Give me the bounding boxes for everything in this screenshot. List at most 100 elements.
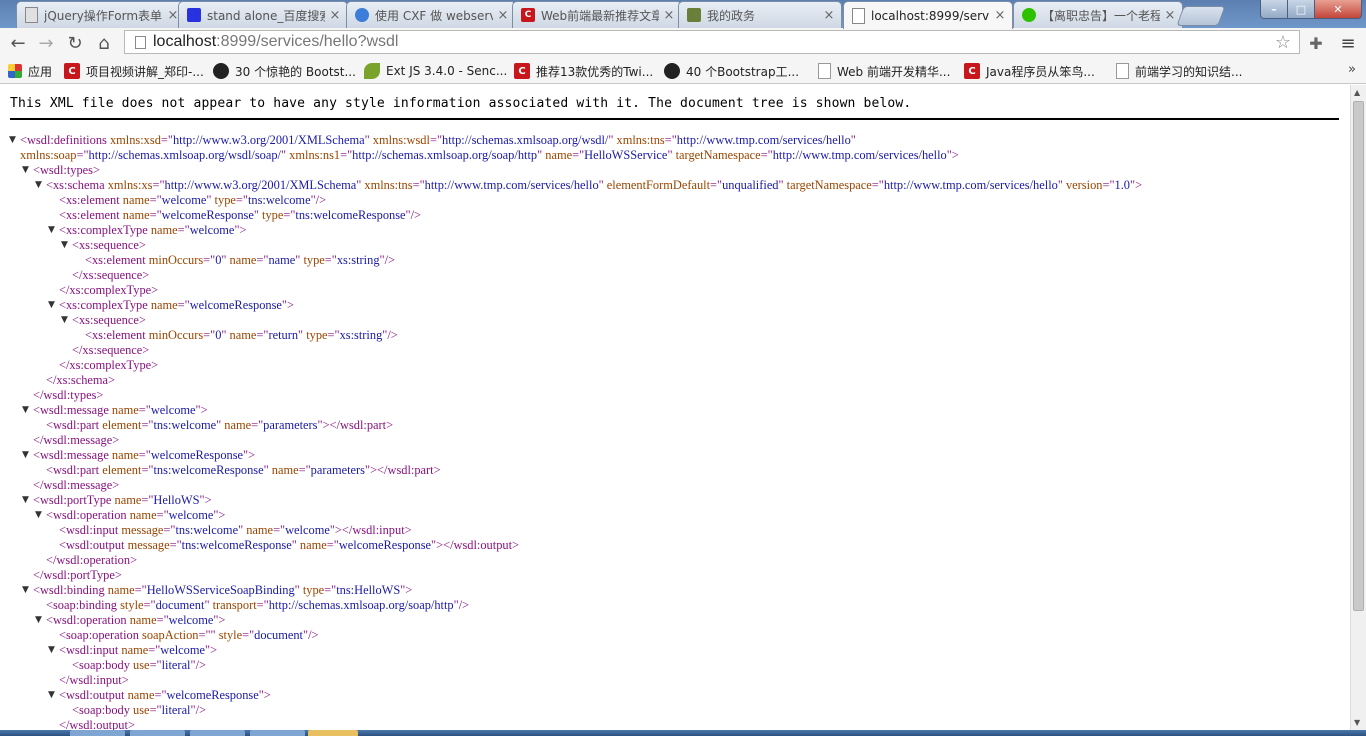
- taskbar-item[interactable]: [190, 730, 245, 736]
- xml-tag-text: <wsdl:output: [59, 538, 125, 552]
- tab-5[interactable]: localhost:8999/services ×: [843, 1, 1013, 29]
- reload-button[interactable]: ↻: [63, 31, 87, 55]
- bookmark-item[interactable]: C 项目视频讲解_郑印-...: [64, 62, 204, 80]
- bookmark-item[interactable]: 30 个惊艳的 Bootst...: [213, 62, 356, 80]
- xml-line: <xs:element name="welcomeResponse" type=…: [59, 208, 421, 223]
- xml-tag-text: ">: [1130, 178, 1143, 192]
- xml-line: </wsdl:portType>: [33, 568, 122, 583]
- tab-4[interactable]: 我的政务 ×: [678, 1, 842, 28]
- xml-attr-value: http://www.w3.org/2001/XMLSchema: [164, 178, 357, 192]
- xml-tag-text: "/>: [190, 658, 207, 672]
- url-text[interactable]: localhost:8999/services/hello?wsdl: [153, 33, 398, 51]
- xml-attr-value: welcomeResponse: [338, 538, 432, 552]
- forward-button[interactable]: →: [34, 31, 58, 55]
- tab-title: 【离职忠告】一个老程: [1042, 8, 1160, 23]
- xml-attr-value: welcome: [168, 613, 214, 627]
- scroll-down-icon[interactable]: ▼: [1354, 718, 1360, 727]
- collapse-triangle-icon[interactable]: ▼: [48, 223, 55, 238]
- xml-tag-text: =": [156, 508, 169, 522]
- xml-line: <wsdl:input message="tns:welcome" name="…: [59, 523, 412, 538]
- bookmark-item[interactable]: Web 前端开发精华...: [818, 62, 950, 80]
- collapse-triangle-icon[interactable]: ▼: [35, 178, 42, 193]
- bookmarks-overflow-button[interactable]: »: [1348, 62, 1356, 77]
- xml-attr-value: http://schemas.xmlsoap.org/wsdl/soap/: [88, 148, 282, 162]
- bookmark-item[interactable]: 40 个Bootstrap工...: [664, 62, 799, 80]
- tab-close-icon[interactable]: ×: [994, 8, 1006, 23]
- xml-tag-text: =": [251, 418, 264, 432]
- extension-button[interactable]: ✚: [1304, 31, 1328, 55]
- bookmark-star-icon[interactable]: ☆: [1275, 32, 1291, 53]
- close-icon: ✕: [1333, 2, 1343, 16]
- taskbar-item[interactable]: [308, 730, 358, 736]
- xml-tag-text: =": [76, 148, 89, 162]
- xml-attr-name: name: [108, 403, 139, 417]
- xml-attr-value: welcome: [150, 403, 196, 417]
- tab-close-icon[interactable]: ×: [497, 8, 509, 23]
- taskbar-item[interactable]: [70, 730, 125, 736]
- back-button[interactable]: ←: [6, 31, 30, 55]
- collapse-triangle-icon[interactable]: ▼: [61, 313, 68, 328]
- tab-6[interactable]: 【离职忠告】一个老程 ×: [1013, 1, 1183, 28]
- xml-line: </xs:complexType>: [59, 283, 158, 298]
- taskbar-item[interactable]: [250, 730, 305, 736]
- collapse-triangle-icon[interactable]: ▼: [22, 403, 29, 418]
- xml-tag-text: <xs:schema: [46, 178, 105, 192]
- bookmark-item[interactable]: C Java程序员从笨鸟...: [964, 62, 1095, 80]
- tab-close-icon[interactable]: ×: [663, 8, 675, 23]
- tab-0[interactable]: jQuery操作Form表单 ×: [16, 1, 186, 28]
- tab-1[interactable]: stand alone_百度搜索 ×: [178, 1, 348, 28]
- collapse-triangle-icon[interactable]: ▼: [22, 493, 29, 508]
- xml-attr-value: tns:HelloWS: [336, 583, 401, 597]
- bookmark-item[interactable]: C 推荐13款优秀的Twi...: [514, 62, 653, 80]
- collapse-triangle-icon[interactable]: ▼: [61, 238, 68, 253]
- bookmark-item[interactable]: Ext JS 3.4.0 - Senc...: [364, 62, 507, 80]
- bookmark-label: 前端学习的知识结...: [1135, 64, 1243, 79]
- tab-close-icon[interactable]: ×: [823, 8, 835, 23]
- scrollbar-thumb[interactable]: [1353, 101, 1364, 611]
- xml-line: </xs:complexType>: [59, 358, 158, 373]
- xml-tag-text: <wsdl:part: [46, 463, 100, 477]
- minimize-button[interactable]: –: [1260, 0, 1288, 19]
- address-bar[interactable]: localhost:8999/services/hello?wsdl ☆: [124, 30, 1300, 54]
- collapse-triangle-icon[interactable]: ▼: [48, 643, 55, 658]
- collapse-triangle-icon[interactable]: ▼: [22, 448, 29, 463]
- xml-tag-text: </wsdl:operation>: [46, 553, 138, 567]
- vertical-scrollbar[interactable]: ▲ ▼: [1350, 85, 1366, 730]
- bookmark-item[interactable]: 前端学习的知识结...: [1116, 62, 1242, 80]
- collapse-triangle-icon[interactable]: ▼: [48, 298, 55, 313]
- xml-tag-text: "/>: [405, 208, 422, 222]
- xml-line: ▼ <wsdl:operation name="welcome">: [35, 613, 226, 628]
- tab-3[interactable]: C Web前端最新推荐文章 ×: [512, 1, 682, 28]
- scroll-up-icon[interactable]: ▲: [1354, 88, 1360, 97]
- tab-close-icon[interactable]: ×: [329, 8, 341, 23]
- new-tab-button[interactable]: [1176, 6, 1226, 26]
- collapse-triangle-icon[interactable]: ▼: [9, 133, 16, 148]
- xml-line: </wsdl:input>: [59, 673, 129, 688]
- collapse-triangle-icon[interactable]: ▼: [48, 688, 55, 703]
- collapse-triangle-icon[interactable]: ▼: [35, 613, 42, 628]
- home-icon: ⌂: [98, 32, 110, 54]
- bookmark-item[interactable]: 应用: [8, 62, 52, 80]
- xml-tag-text: ">: [281, 298, 294, 312]
- close-window-button[interactable]: ✕: [1314, 0, 1362, 19]
- bookmark-label: 40 个Bootstrap工...: [686, 64, 800, 79]
- maximize-button[interactable]: □: [1287, 0, 1315, 19]
- xml-tag-text: </wsdl:output>: [59, 718, 135, 730]
- xml-tag-text: =": [242, 628, 255, 642]
- xml-tag-text: ">: [213, 613, 226, 627]
- bookmark-label: Java程序员从笨鸟...: [986, 64, 1095, 79]
- tab-close-icon[interactable]: ×: [1164, 8, 1176, 23]
- collapse-triangle-icon[interactable]: ▼: [35, 508, 42, 523]
- xml-attr-value: tns:welcomeResponse: [181, 538, 292, 552]
- taskbar-item[interactable]: [130, 730, 185, 736]
- tab-2[interactable]: 使用 CXF 做 webservice ×: [346, 1, 516, 28]
- home-button[interactable]: ⌂: [92, 31, 116, 55]
- collapse-triangle-icon[interactable]: ▼: [22, 163, 29, 178]
- chrome-menu-button[interactable]: ≡: [1336, 31, 1360, 55]
- collapse-triangle-icon[interactable]: ▼: [22, 583, 29, 598]
- xml-tag-text: </xs:sequence>: [72, 268, 150, 282]
- xml-tag-text: <xs:sequence>: [72, 313, 146, 327]
- xml-tag-text: <xs:complexType: [59, 223, 148, 237]
- xml-tag-text: ">: [205, 643, 218, 657]
- xml-tag-text: ">: [243, 448, 256, 462]
